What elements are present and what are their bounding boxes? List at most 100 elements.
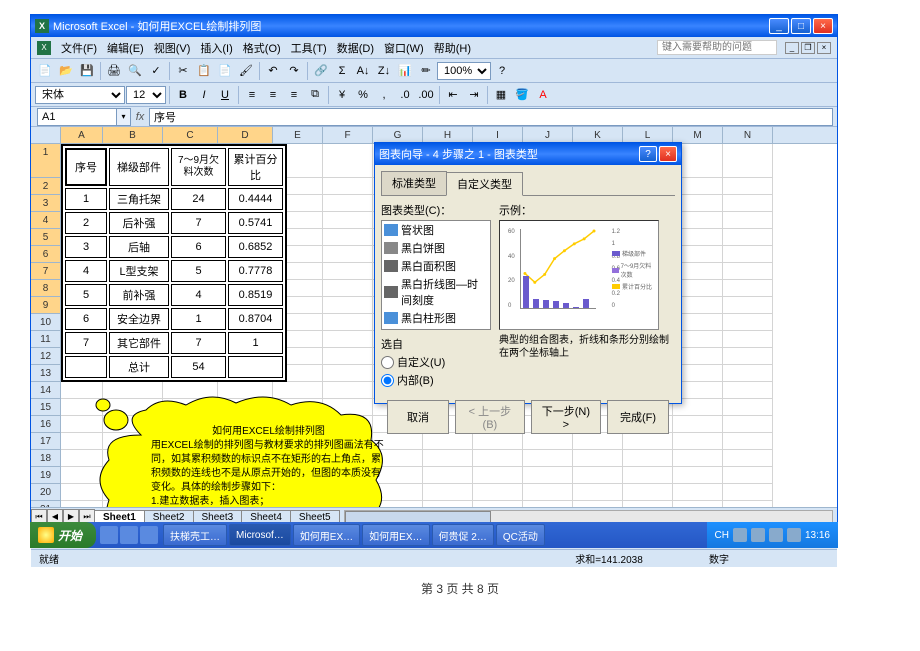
cell-N5[interactable] (723, 229, 773, 246)
currency-icon[interactable]: ¥ (332, 85, 352, 105)
cell-I18[interactable] (473, 450, 523, 467)
cell-r4-c3[interactable]: 0.8519 (228, 284, 283, 306)
cell-N1[interactable] (723, 144, 773, 178)
underline-icon[interactable]: U (215, 85, 235, 105)
cell-I20[interactable] (473, 484, 523, 501)
cell-r6-c0[interactable]: 7 (65, 332, 107, 354)
cell-L19[interactable] (623, 467, 673, 484)
row-header-2[interactable]: 2 (31, 178, 61, 195)
menu-format[interactable]: 格式(O) (239, 38, 285, 58)
cell-J20[interactable] (523, 484, 573, 501)
cell-N8[interactable] (723, 280, 773, 297)
cell-N17[interactable] (723, 433, 773, 450)
align-right-icon[interactable]: ≡ (284, 85, 304, 105)
col-header-B[interactable]: B (103, 127, 163, 143)
hyperlink-icon[interactable]: 🔗 (311, 61, 331, 81)
col-header-A[interactable]: A (61, 127, 103, 143)
cell-N21[interactable] (723, 501, 773, 507)
clock[interactable]: 13:16 (805, 530, 830, 541)
row-header-17[interactable]: 17 (31, 433, 61, 450)
cell-r0-c2[interactable]: 24 (171, 188, 226, 210)
new-icon[interactable]: 📄 (35, 61, 55, 81)
cell-N12[interactable] (723, 348, 773, 365)
cell-N11[interactable] (723, 331, 773, 348)
col-header-M[interactable]: M (673, 127, 723, 143)
workbook-icon[interactable]: X (37, 41, 51, 55)
cell-K19[interactable] (573, 467, 623, 484)
task-button-3[interactable]: 如何用EX… (362, 524, 429, 546)
col-header-I[interactable]: I (473, 127, 523, 143)
cell-r3-c3[interactable]: 0.7778 (228, 260, 283, 282)
cell-F5[interactable] (323, 229, 373, 246)
task-button-5[interactable]: QC活动 (496, 524, 545, 546)
redo-icon[interactable]: ↷ (284, 61, 304, 81)
col-header-H[interactable]: H (423, 127, 473, 143)
col-header-J[interactable]: J (523, 127, 573, 143)
cell-L20[interactable] (623, 484, 673, 501)
cell-N14[interactable] (723, 382, 773, 399)
chart-type-5[interactable]: 蜡笔图 (382, 327, 490, 330)
cell-F9[interactable] (323, 297, 373, 314)
task-button-0[interactable]: 扶梯壳工… (163, 524, 227, 546)
cell-N2[interactable] (723, 178, 773, 195)
cell-r2-c0[interactable]: 3 (65, 236, 107, 258)
cell-L18[interactable] (623, 450, 673, 467)
cell-J18[interactable] (523, 450, 573, 467)
cell-header-2[interactable]: 7～9月欠料次数 (171, 148, 226, 186)
cell-F6[interactable] (323, 246, 373, 263)
maximize-button[interactable]: □ (791, 18, 811, 34)
task-button-1[interactable]: Microsof… (229, 524, 291, 546)
help-icon[interactable]: ? (492, 61, 512, 81)
print-icon[interactable]: 🖨 (104, 61, 124, 81)
cell-total-3[interactable] (228, 356, 283, 378)
chart-type-3[interactable]: 黑白折线图—时间刻度 (382, 275, 490, 309)
undo-icon[interactable]: ↶ (263, 61, 283, 81)
cell-r5-c3[interactable]: 0.8704 (228, 308, 283, 330)
system-tray[interactable]: CH 13:16 (707, 522, 838, 548)
menu-file[interactable]: 文件(F) (57, 38, 101, 58)
row-header-4[interactable]: 4 (31, 212, 61, 229)
radio-custom[interactable]: 自定义(U) (381, 354, 491, 370)
tray-icon-2[interactable] (751, 528, 765, 542)
menu-window[interactable]: 窗口(W) (380, 38, 428, 58)
menu-insert[interactable]: 插入(I) (196, 38, 236, 58)
cancel-button[interactable]: 取消 (387, 400, 449, 434)
inner-restore-button[interactable]: ❐ (801, 42, 815, 54)
cell-N20[interactable] (723, 484, 773, 501)
help-search-input[interactable] (657, 40, 777, 55)
chart-wizard-icon[interactable]: 📊 (395, 61, 415, 81)
cell-total-1[interactable]: 总计 (109, 356, 169, 378)
cell-J19[interactable] (523, 467, 573, 484)
radio-builtin[interactable]: 内部(B) (381, 372, 491, 388)
font-color-icon[interactable]: A (533, 85, 553, 105)
cell-total-2[interactable]: 54 (171, 356, 226, 378)
name-box-dropdown[interactable]: ▾ (117, 108, 131, 126)
cell-I19[interactable] (473, 467, 523, 484)
cell-J21[interactable] (523, 501, 573, 507)
row-header-21[interactable]: 21 (31, 501, 61, 507)
name-box[interactable]: A1 (37, 108, 117, 126)
col-header-N[interactable]: N (723, 127, 773, 143)
cell-N16[interactable] (723, 416, 773, 433)
row-header-3[interactable]: 3 (31, 195, 61, 212)
row-header-14[interactable]: 14 (31, 382, 61, 399)
cell-r4-c1[interactable]: 前补强 (109, 284, 169, 306)
cell-r0-c1[interactable]: 三角托架 (109, 188, 169, 210)
cell-F10[interactable] (323, 314, 373, 331)
cell-H21[interactable] (423, 501, 473, 507)
cell-total-0[interactable] (65, 356, 107, 378)
formula-bar[interactable]: 序号 (149, 108, 833, 126)
cell-F12[interactable] (323, 348, 373, 365)
row-header-19[interactable]: 19 (31, 467, 61, 484)
autosum-icon[interactable]: Σ (332, 61, 352, 81)
cell-r1-c2[interactable]: 7 (171, 212, 226, 234)
back-button[interactable]: < 上一步(B) (455, 400, 525, 434)
cell-r1-c3[interactable]: 0.5741 (228, 212, 283, 234)
cell-M18[interactable] (673, 450, 723, 467)
ql-media-icon[interactable] (140, 526, 158, 544)
cell-F7[interactable] (323, 263, 373, 280)
next-button[interactable]: 下一步(N) > (531, 400, 601, 434)
language-indicator[interactable]: CH (715, 530, 729, 541)
row-header-16[interactable]: 16 (31, 416, 61, 433)
cell-K21[interactable] (573, 501, 623, 507)
